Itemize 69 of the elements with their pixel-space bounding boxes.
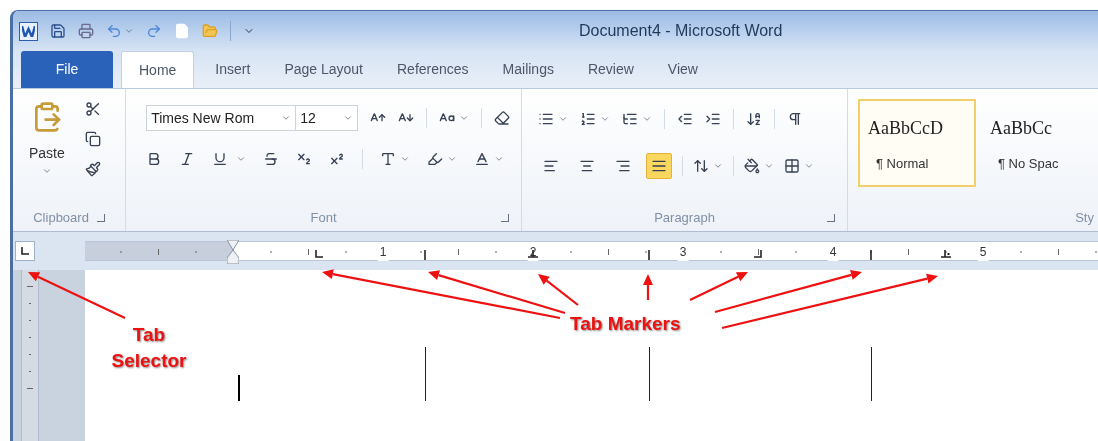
ribbon-tab[interactable]: References	[380, 51, 486, 88]
paste-button[interactable]: Paste	[29, 97, 65, 205]
font-color-icon[interactable]	[474, 151, 491, 167]
dialog-launcher-icon[interactable]	[96, 214, 105, 222]
eraser-icon[interactable]	[494, 110, 511, 126]
text-effects-icon[interactable]	[380, 151, 397, 167]
ribbon-tab[interactable]: Home	[121, 51, 195, 88]
multilevel-list-icon[interactable]	[622, 111, 639, 127]
printer-icon[interactable]	[78, 23, 94, 39]
ribbon-tab[interactable]: Insert	[198, 51, 268, 88]
style-tile[interactable]: AaBbCc ¶ No Spac	[980, 99, 1098, 187]
font-size-field[interactable]: 12	[296, 105, 359, 131]
font-name-field[interactable]: Times New Rom	[146, 105, 297, 131]
cut-icon[interactable]	[84, 101, 101, 117]
borders-icon[interactable]	[784, 158, 801, 174]
annotation-label: Tab Markers	[570, 312, 681, 336]
group-label: Clipboard	[33, 209, 89, 228]
numbering-icon[interactable]	[580, 111, 597, 127]
bar-tab-line	[648, 347, 650, 401]
tab-selector[interactable]	[15, 241, 35, 261]
annotation-arrow	[643, 274, 653, 300]
dialog-launcher-icon[interactable]	[501, 214, 510, 222]
underline-icon[interactable]	[212, 151, 229, 167]
ribbon-tab[interactable]: Mailings	[485, 51, 571, 88]
caret-icon	[281, 113, 292, 123]
format-painter-icon[interactable]	[84, 161, 101, 177]
annotation-label: Tab Selector	[110, 323, 188, 373]
highlighter-icon[interactable]	[427, 151, 444, 167]
file-tab[interactable]: File	[21, 51, 113, 88]
word-logo-icon[interactable]	[19, 21, 38, 41]
group-label: Font	[310, 209, 337, 228]
bar-tab-line	[870, 347, 872, 401]
caret-icon	[343, 113, 354, 123]
caret-icon	[41, 166, 52, 176]
window-title: Document4 - Microsoft Word	[579, 21, 783, 41]
strikethrough-icon[interactable]	[263, 151, 280, 167]
alignment-button[interactable]	[646, 153, 673, 179]
tab-marker[interactable]	[423, 250, 427, 260]
copy-icon[interactable]	[84, 131, 101, 147]
shading-icon[interactable]	[744, 158, 761, 174]
tab-marker[interactable]	[869, 250, 872, 260]
bullets-icon[interactable]	[538, 111, 555, 127]
save-icon[interactable]	[50, 23, 66, 39]
group-label: Sty	[1075, 209, 1094, 228]
tab-marker[interactable]	[528, 250, 538, 258]
group-label: Paragraph	[654, 209, 715, 228]
bar-tab-line	[425, 347, 426, 401]
indent-marker[interactable]	[227, 240, 239, 264]
tab-marker[interactable]	[314, 250, 323, 258]
increase-indent-icon[interactable]	[705, 111, 722, 127]
align-icon	[579, 158, 596, 174]
ribbon-tab[interactable]: Review	[570, 51, 651, 88]
align-icon	[615, 158, 632, 174]
tab-marker[interactable]	[940, 250, 951, 258]
ribbon-tab[interactable]: Page Layout	[267, 51, 380, 88]
dialog-launcher-icon[interactable]	[827, 214, 835, 222]
text-cursor	[238, 375, 240, 401]
style-tile[interactable]: AaBbCcD ¶ Normal	[858, 99, 976, 187]
superscript-icon[interactable]	[329, 151, 346, 167]
sort-icon[interactable]	[746, 111, 763, 127]
align-icon	[543, 158, 560, 174]
tab-marker[interactable]	[754, 250, 762, 258]
subscript-icon[interactable]	[296, 151, 313, 167]
decrease-indent-icon[interactable]	[677, 111, 694, 127]
ribbon-tab[interactable]: View	[650, 51, 715, 88]
left-tab-icon	[21, 247, 29, 255]
line-spacing-icon[interactable]	[693, 158, 710, 174]
align-icon	[651, 158, 668, 174]
tab-marker[interactable]	[647, 250, 650, 260]
